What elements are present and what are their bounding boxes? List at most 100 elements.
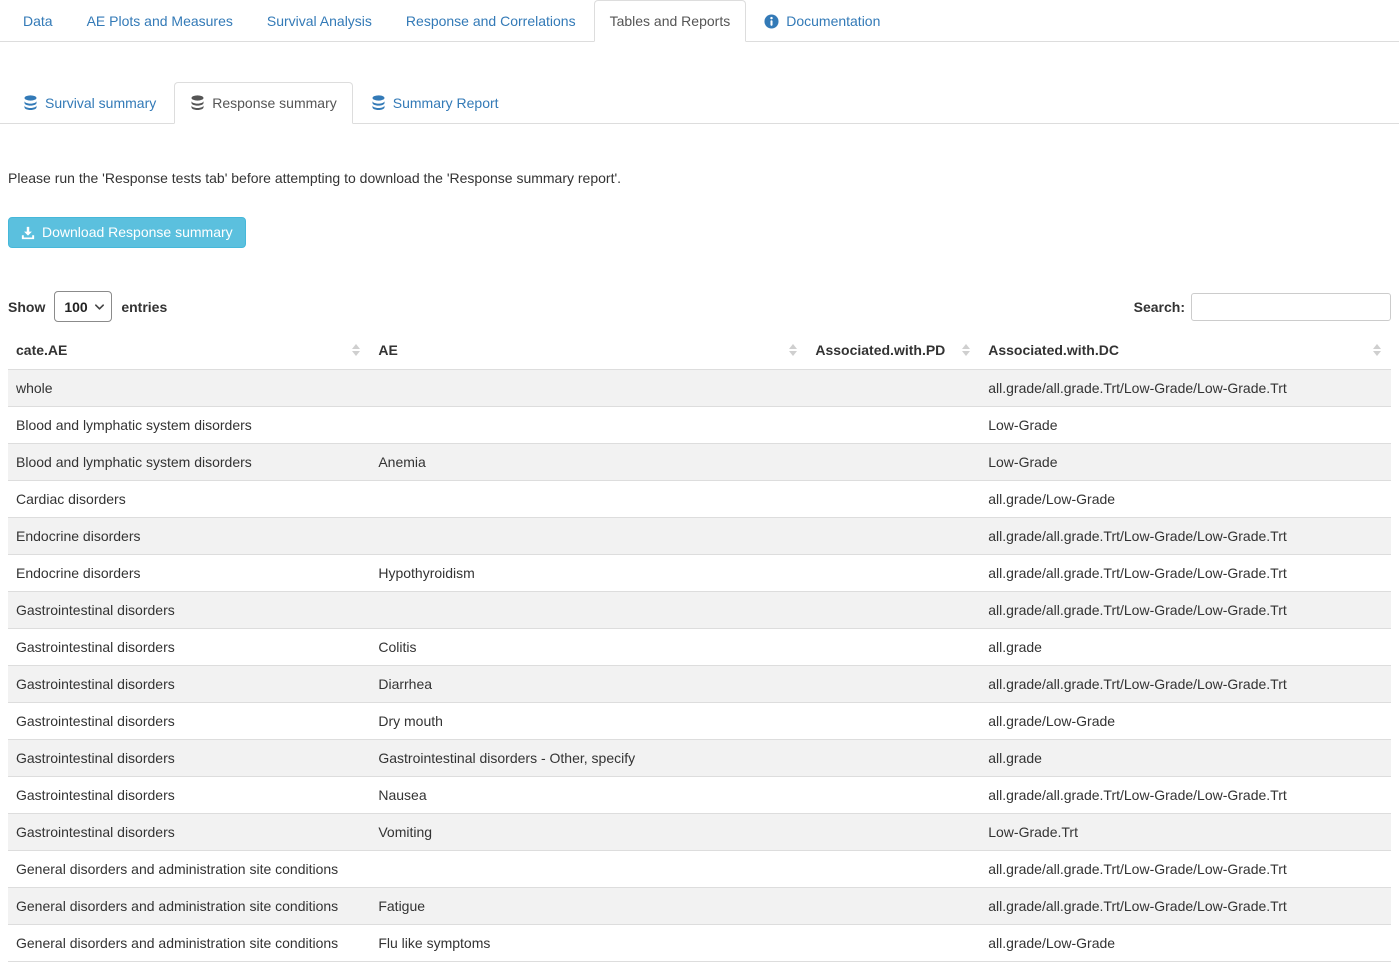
- datatable-controls: Show 100 entries Search:: [8, 291, 1391, 322]
- cell-cate-ae: Gastrointestinal disorders: [8, 777, 370, 814]
- cell-cate-ae: Gastrointestinal disorders: [8, 666, 370, 703]
- tab-ae-plots-and-measures: AE Plots and Measures: [71, 0, 249, 42]
- cell-associated-with-pd: [807, 370, 980, 407]
- cell-ae: Fatigue: [370, 888, 807, 925]
- cell-associated-with-dc: all.grade/all.grade.Trt/Low-Grade/Low-Gr…: [980, 592, 1391, 629]
- tab-label: Documentation: [786, 11, 880, 31]
- download-response-summary-button[interactable]: Download Response summary: [8, 217, 246, 248]
- cell-cate-ae: Gastrointestinal disorders: [8, 814, 370, 851]
- table-row: Gastrointestinal disorders Diarrhea all.…: [8, 666, 1391, 703]
- table-body: whole all.grade/all.grade.Trt/Low-Grade/…: [8, 370, 1391, 962]
- cell-associated-with-pd: [807, 481, 980, 518]
- response-summary-table: cate.AE AE Associated.with.PD Associated…: [8, 331, 1391, 962]
- main-navbar: Data AE Plots and Measures Survival Anal…: [0, 0, 1399, 42]
- subtab-survival-summary: Survival summary: [7, 82, 172, 124]
- download-icon: [21, 226, 35, 240]
- cell-ae: [370, 481, 807, 518]
- tab-label: Tables and Reports: [610, 11, 731, 31]
- cell-associated-with-dc: all.grade/all.grade.Trt/Low-Grade/Low-Gr…: [980, 666, 1391, 703]
- cell-ae: Flu like symptoms: [370, 925, 807, 962]
- cell-associated-with-dc: Low-Grade.Trt: [980, 814, 1391, 851]
- subtab-label: Summary Report: [393, 93, 499, 113]
- cell-associated-with-dc: all.grade/Low-Grade: [980, 703, 1391, 740]
- cell-ae: [370, 370, 807, 407]
- cell-ae: [370, 518, 807, 555]
- cell-ae: Dry mouth: [370, 703, 807, 740]
- cell-associated-with-pd: [807, 407, 980, 444]
- cell-associated-with-pd: [807, 740, 980, 777]
- cell-ae: Vomiting: [370, 814, 807, 851]
- cell-ae: [370, 592, 807, 629]
- sort-icon: [789, 344, 797, 356]
- sort-icon: [352, 344, 360, 356]
- table-row: Gastrointestinal disorders Dry mouth all…: [8, 703, 1391, 740]
- tab-documentation: Documentation: [748, 0, 896, 42]
- cell-cate-ae: General disorders and administration sit…: [8, 888, 370, 925]
- column-header-associated-with-pd[interactable]: Associated.with.PD: [807, 331, 980, 370]
- table-row: General disorders and administration sit…: [8, 888, 1391, 925]
- database-icon: [23, 95, 38, 111]
- tab-data: Data: [7, 0, 69, 42]
- cell-cate-ae: Blood and lymphatic system disorders: [8, 444, 370, 481]
- cell-cate-ae: whole: [8, 370, 370, 407]
- table-row: General disorders and administration sit…: [8, 851, 1391, 888]
- cell-associated-with-dc: all.grade/all.grade.Trt/Low-Grade/Low-Gr…: [980, 888, 1391, 925]
- database-icon: [190, 95, 205, 111]
- sort-icon: [962, 344, 970, 356]
- length-suffix-label: entries: [121, 297, 167, 317]
- table-row: Gastrointestinal disorders Vomiting Low-…: [8, 814, 1391, 851]
- subtab-summary-report: Summary Report: [355, 82, 515, 124]
- table-row: Blood and lymphatic system disorders Low…: [8, 407, 1391, 444]
- tab-label: Response and Correlations: [406, 11, 576, 31]
- database-icon: [371, 95, 386, 111]
- cell-associated-with-pd: [807, 555, 980, 592]
- tab-label: Survival Analysis: [267, 11, 372, 31]
- cell-associated-with-pd: [807, 592, 980, 629]
- subtab-label: Survival summary: [45, 93, 156, 113]
- cell-associated-with-pd: [807, 888, 980, 925]
- cell-ae: Diarrhea: [370, 666, 807, 703]
- cell-ae: [370, 407, 807, 444]
- cell-cate-ae: Endocrine disorders: [8, 555, 370, 592]
- table-row: whole all.grade/all.grade.Trt/Low-Grade/…: [8, 370, 1391, 407]
- cell-associated-with-dc: all.grade/Low-Grade: [980, 925, 1391, 962]
- download-button-label: Download Response summary: [42, 223, 233, 242]
- cell-associated-with-pd: [807, 777, 980, 814]
- column-header-associated-with-dc[interactable]: Associated.with.DC: [980, 331, 1391, 370]
- tab-tables-and-reports: Tables and Reports: [594, 0, 747, 42]
- column-header-cate-ae[interactable]: cate.AE: [8, 331, 370, 370]
- table-row: Gastrointestinal disorders all.grade/all…: [8, 592, 1391, 629]
- info-circle-icon: [764, 14, 779, 29]
- instruction-text: Please run the 'Response tests tab' befo…: [8, 168, 1391, 188]
- cell-ae: Anemia: [370, 444, 807, 481]
- cell-cate-ae: Gastrointestinal disorders: [8, 592, 370, 629]
- cell-associated-with-dc: all.grade/all.grade.Trt/Low-Grade/Low-Gr…: [980, 777, 1391, 814]
- tab-response-and-correlations: Response and Correlations: [390, 0, 592, 42]
- cell-associated-with-dc: all.grade/all.grade.Trt/Low-Grade/Low-Gr…: [980, 370, 1391, 407]
- column-header-ae[interactable]: AE: [370, 331, 807, 370]
- tab-survival-analysis: Survival Analysis: [251, 0, 388, 42]
- cell-associated-with-pd: [807, 851, 980, 888]
- search-label: Search:: [1134, 297, 1185, 317]
- table-row: Endocrine disorders Hypothyroidism all.g…: [8, 555, 1391, 592]
- reports-subtabs: Survival summary Response summary Summ: [0, 82, 1399, 124]
- cell-associated-with-dc: all.grade/all.grade.Trt/Low-Grade/Low-Gr…: [980, 555, 1391, 592]
- cell-cate-ae: Gastrointestinal disorders: [8, 629, 370, 666]
- cell-cate-ae: General disorders and administration sit…: [8, 925, 370, 962]
- cell-associated-with-dc: Low-Grade: [980, 444, 1391, 481]
- table-row: Blood and lymphatic system disorders Ane…: [8, 444, 1391, 481]
- cell-associated-with-pd: [807, 629, 980, 666]
- cell-ae: Gastrointestinal disorders - Other, spec…: [370, 740, 807, 777]
- search-control: Search:: [1134, 293, 1391, 321]
- table-row: Gastrointestinal disorders Colitis all.g…: [8, 629, 1391, 666]
- sort-icon: [1373, 344, 1381, 356]
- cell-associated-with-pd: [807, 444, 980, 481]
- cell-ae: Hypothyroidism: [370, 555, 807, 592]
- cell-associated-with-dc: all.grade/all.grade.Trt/Low-Grade/Low-Gr…: [980, 851, 1391, 888]
- cell-cate-ae: Cardiac disorders: [8, 481, 370, 518]
- cell-cate-ae: Endocrine disorders: [8, 518, 370, 555]
- entries-select[interactable]: 100: [54, 291, 112, 322]
- cell-ae: Colitis: [370, 629, 807, 666]
- search-input[interactable]: [1191, 293, 1391, 321]
- cell-associated-with-dc: Low-Grade: [980, 407, 1391, 444]
